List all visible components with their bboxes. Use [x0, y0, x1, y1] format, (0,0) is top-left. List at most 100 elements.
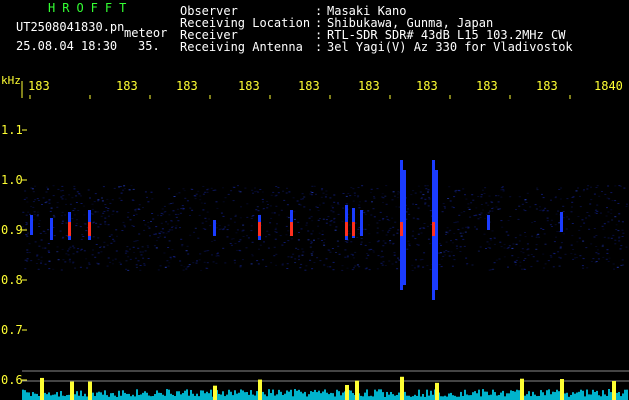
noise-pixel [536, 189, 539, 191]
noise-pixel [481, 189, 484, 191]
noise-pixel [170, 203, 173, 204]
noise-pixel [377, 240, 380, 242]
noise-pixel [618, 220, 620, 222]
noise-pixel [317, 210, 320, 211]
noise-pixel [215, 201, 218, 203]
noise-pixel [150, 221, 152, 222]
noise-pixel [237, 185, 239, 187]
noise-pixel [193, 195, 196, 197]
meter-bar [448, 393, 450, 400]
noise-pixel [523, 259, 525, 261]
meter-bar [478, 389, 480, 400]
noise-pixel [546, 210, 549, 212]
noise-pixel [330, 205, 333, 207]
noise-pixel [487, 204, 490, 206]
noise-pixel [534, 204, 537, 206]
meter-bar [98, 391, 100, 400]
meter-bar [454, 395, 456, 400]
noise-pixel [68, 248, 71, 250]
noise-pixel [26, 249, 29, 251]
noise-pixel [579, 255, 582, 257]
noise-pixel [106, 244, 109, 246]
noise-pixel [227, 224, 230, 226]
noise-pixel [598, 195, 601, 197]
noise-pixel [307, 230, 310, 232]
meter-bar [422, 393, 424, 400]
meter-bar [622, 393, 624, 400]
noise-pixel [278, 214, 281, 216]
noise-pixel [200, 202, 203, 204]
noise-pixel [27, 211, 30, 213]
noise-pixel [165, 221, 168, 223]
noise-pixel [239, 265, 242, 267]
noise-pixel [478, 213, 481, 215]
noise-pixel [75, 222, 78, 224]
meter-bar [150, 396, 152, 400]
noise-pixel [239, 266, 242, 268]
noise-pixel [453, 259, 456, 261]
noise-pixel [129, 258, 132, 260]
meter-bar [386, 391, 388, 400]
noise-pixel [146, 245, 149, 247]
noise-pixel [229, 243, 232, 244]
noise-pixel [177, 213, 180, 215]
noise-pixel [22, 226, 25, 228]
noise-pixel [322, 218, 325, 220]
noise-pixel [550, 256, 553, 258]
noise-pixel [550, 219, 553, 221]
noise-pixel [182, 207, 184, 209]
noise-pixel [160, 215, 163, 217]
meter-bar [604, 394, 606, 400]
meter-bar [208, 393, 210, 400]
meter-bar [426, 389, 428, 400]
noise-pixel [48, 202, 51, 204]
noise-pixel [293, 218, 296, 220]
meteor-streak [487, 215, 490, 230]
noise-pixel [470, 202, 473, 204]
noise-pixel [310, 253, 313, 255]
noise-pixel [381, 250, 383, 252]
meter-bar [284, 393, 286, 400]
noise-pixel [91, 254, 94, 256]
noise-pixel [175, 193, 178, 195]
noise-pixel [593, 193, 596, 195]
meter-bar [450, 392, 452, 400]
meter-bar [338, 391, 340, 400]
noise-pixel [411, 264, 414, 266]
meter-bar [270, 393, 272, 400]
noise-pixel [590, 243, 593, 245]
noise-pixel [509, 196, 512, 198]
noise-pixel [460, 212, 463, 214]
noise-pixel [570, 211, 573, 213]
noise-pixel [455, 245, 458, 247]
noise-pixel [215, 227, 218, 229]
noise-pixel [147, 225, 150, 227]
noise-pixel [72, 261, 75, 263]
meter-peak [40, 377, 44, 400]
meter-bar [392, 394, 394, 400]
meter-bar [326, 392, 328, 400]
noise-pixel [285, 234, 288, 236]
noise-pixel [230, 244, 233, 246]
noise-pixel [392, 226, 395, 228]
noise-pixel [336, 240, 339, 242]
noise-pixel [68, 259, 71, 261]
noise-pixel [48, 260, 51, 262]
meter-bar [594, 391, 596, 400]
noise-pixel [462, 238, 465, 240]
noise-pixel [30, 205, 33, 207]
noise-pixel [99, 223, 102, 225]
meter-bar [590, 394, 592, 400]
noise-pixel [518, 196, 521, 198]
meteor-streak [435, 170, 438, 290]
noise-pixel [170, 220, 173, 222]
noise-pixel [447, 251, 450, 253]
noise-pixel [526, 249, 529, 251]
noise-pixel [198, 214, 201, 216]
noise-pixel [257, 263, 260, 265]
noise-pixel [423, 252, 426, 254]
noise-pixel [607, 185, 610, 187]
meter-bar [334, 396, 336, 400]
noise-pixel [333, 219, 336, 220]
noise-pixel [125, 268, 128, 270]
